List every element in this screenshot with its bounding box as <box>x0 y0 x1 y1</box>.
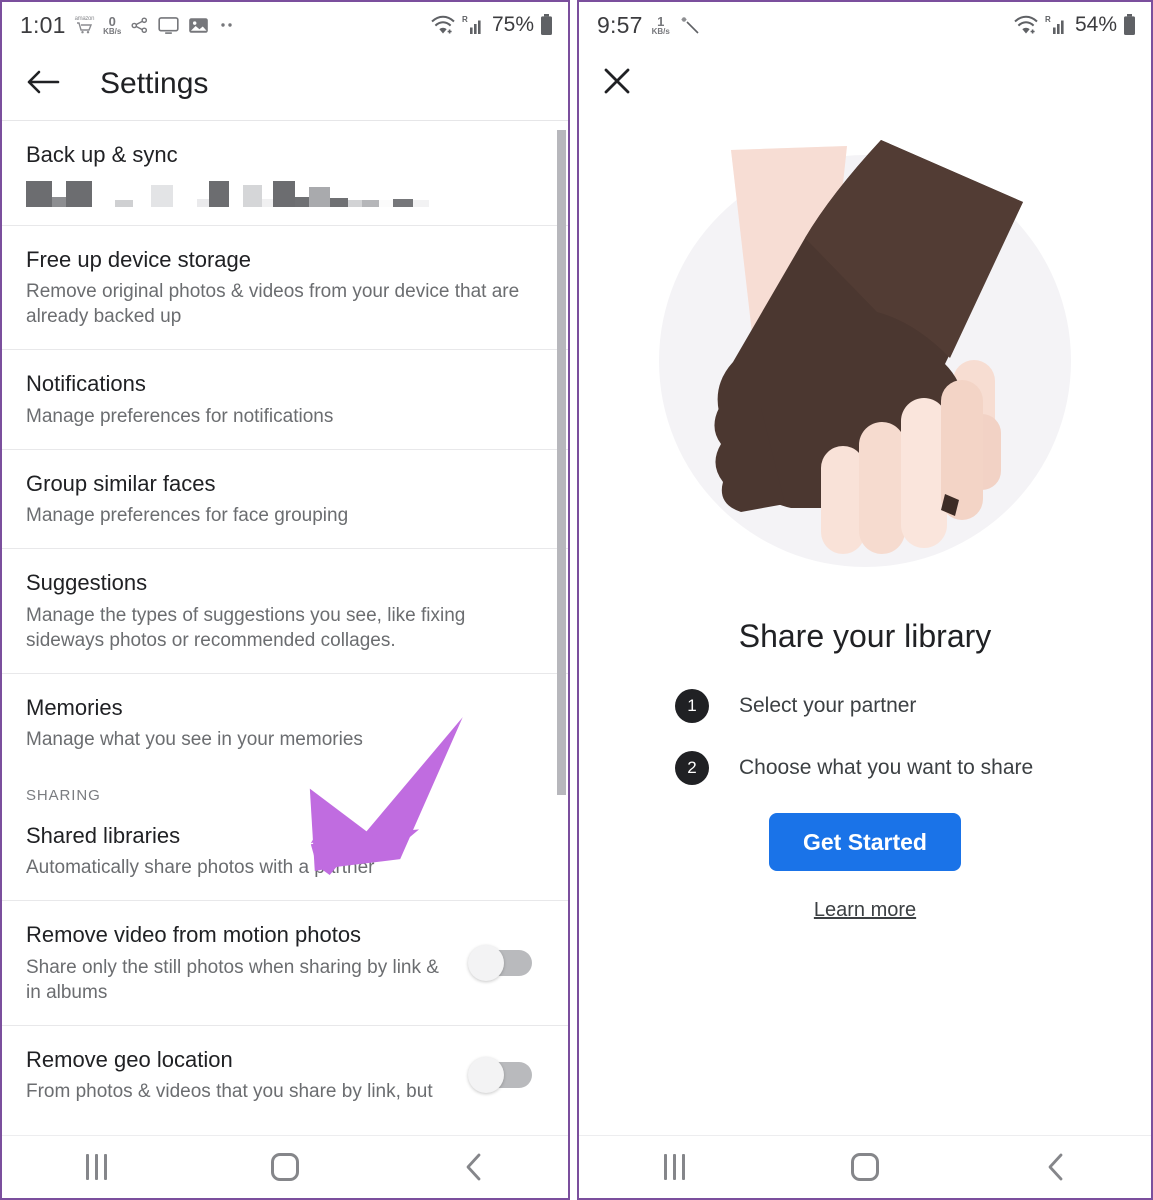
recents-icon <box>85 1154 107 1180</box>
step-number-badge: 2 <box>675 751 709 785</box>
overflow-dots-icon <box>218 21 236 29</box>
left-app-bar: Settings <box>2 48 568 120</box>
cellular-signal-icon: R <box>1044 14 1068 36</box>
row-subtitle: Automatically share photos with a partne… <box>26 857 375 879</box>
data-speed-value: 1 <box>657 13 665 29</box>
row-title: Notifications <box>26 371 146 397</box>
row-subtitle: From photos & videos that you share by l… <box>26 1081 433 1103</box>
bluetooth-share-icon <box>130 16 149 35</box>
right-phone-screen: 9:57 1 KB/s R 54% Share your library 1 S… <box>577 0 1153 1200</box>
step-label: Choose what you want to share <box>739 756 1034 779</box>
amazon-cart-icon: amazon <box>75 16 94 34</box>
row-title: Free up device storage <box>26 246 252 272</box>
redacted-account-text <box>26 177 542 207</box>
toggle-knob <box>468 944 504 981</box>
step-item-2: 2 Choose what you want to share <box>675 751 1151 785</box>
battery-icon <box>539 13 554 37</box>
row-subtitle: Share only the still photos when sharing… <box>26 956 439 1003</box>
step-item-1: 1 Select your partner <box>675 689 1151 723</box>
row-subtitle: Manage preferences for notifications <box>26 405 334 427</box>
svg-text:R: R <box>462 15 468 24</box>
step-label: Select your partner <box>739 694 917 717</box>
back-chevron-icon <box>466 1153 481 1181</box>
right-app-bar <box>579 48 1151 118</box>
svg-text:R: R <box>1045 15 1051 24</box>
back-arrow-icon[interactable] <box>26 68 60 101</box>
left-phone-screen: 1:01 amazon 0 KB/s R 75% Settings Back u… <box>0 0 570 1200</box>
row-subtitle: Manage what you see in your memories <box>26 729 363 751</box>
row-subtitle: Manage the types of suggestions you see,… <box>26 604 466 651</box>
left-nav-bar <box>2 1135 568 1198</box>
cast-monitor-icon <box>158 16 179 35</box>
row-title: Remove geo location <box>26 1046 233 1072</box>
recents-button[interactable] <box>614 1136 734 1198</box>
settings-list[interactable]: Back up & sync Free up device storage Re… <box>2 120 568 1139</box>
wifi-icon <box>430 14 456 36</box>
right-nav-bar <box>579 1135 1151 1198</box>
sparkle-wand-icon <box>679 14 701 36</box>
row-title: Remove video from motion photos <box>26 922 362 948</box>
battery-icon <box>1122 13 1137 37</box>
row-title: Group similar faces <box>26 470 216 496</box>
cta-area: Get Started Learn more <box>579 813 1151 922</box>
settings-row-remove-video-from-motion-photos[interactable]: Remove video from motion photos Share on… <box>2 900 568 1025</box>
home-icon <box>270 1153 299 1181</box>
status-clock: 1:01 <box>20 11 66 38</box>
row-title: Shared libraries <box>26 822 181 848</box>
learn-more-link[interactable]: Learn more <box>814 899 916 922</box>
data-speed-unit: KB/s <box>651 26 670 36</box>
row-title: Memories <box>26 694 123 720</box>
recents-icon <box>663 1154 685 1180</box>
settings-row-notifications[interactable]: Notifications Manage preferences for not… <box>2 349 568 449</box>
settings-row-remove-geo-location[interactable]: Remove geo location From photos & videos… <box>2 1024 568 1125</box>
left-status-bar: 1:01 amazon 0 KB/s R 75% <box>2 2 568 48</box>
settings-row-shared-libraries[interactable]: Shared libraries Automatically share pho… <box>2 804 568 901</box>
settings-row-backup-sync[interactable]: Back up & sync <box>2 120 568 225</box>
page-title: Settings <box>100 67 209 100</box>
status-clock: 9:57 <box>597 11 643 38</box>
home-button[interactable] <box>225 1136 345 1198</box>
toggle-remove-geo-location[interactable] <box>468 1057 532 1094</box>
get-started-button[interactable]: Get Started <box>769 813 961 871</box>
row-title: Suggestions <box>26 570 148 596</box>
row-title: Back up & sync <box>26 142 178 167</box>
right-status-bar: 9:57 1 KB/s R 54% <box>579 2 1151 48</box>
back-button[interactable] <box>996 1136 1116 1198</box>
settings-row-group-similar-faces[interactable]: Group similar faces Manage preferences f… <box>2 448 568 549</box>
settings-row-memories[interactable]: Memories Manage what you see in your mem… <box>2 672 568 761</box>
home-icon <box>850 1153 879 1181</box>
battery-percent-label: 75% <box>491 13 534 36</box>
toggle-knob <box>468 1057 504 1094</box>
back-button[interactable] <box>414 1136 534 1198</box>
data-speed-unit: KB/s <box>103 26 122 36</box>
wifi-icon <box>1013 14 1039 36</box>
vertical-scrollbar[interactable] <box>557 130 566 795</box>
back-chevron-icon <box>1048 1153 1063 1181</box>
row-subtitle: Manage preferences for face grouping <box>26 505 349 527</box>
steps-list: 1 Select your partner 2 Choose what you … <box>579 689 1151 785</box>
recents-button[interactable] <box>36 1136 156 1198</box>
dual-screenshot-container: 1:01 amazon 0 KB/s R 75% Settings Back u… <box>0 0 1153 1200</box>
home-button[interactable] <box>805 1136 925 1198</box>
row-subtitle: Remove original photos & videos from you… <box>26 281 520 328</box>
illustration-svg <box>659 140 1071 567</box>
holding-hands-illustration <box>579 126 1151 596</box>
step-number-badge: 1 <box>675 689 709 723</box>
settings-row-free-up-device-storage[interactable]: Free up device storage Remove original p… <box>2 224 568 350</box>
toggle-remove-video[interactable] <box>468 944 532 981</box>
data-speed-value: 0 <box>108 13 116 29</box>
section-header-sharing: SHARING <box>26 786 101 804</box>
data-speed-icon: 1 KB/s <box>652 15 670 36</box>
settings-row-suggestions[interactable]: Suggestions Manage the types of suggesti… <box>2 548 568 673</box>
close-icon[interactable] <box>601 65 633 102</box>
cellular-signal-icon: R <box>461 14 485 36</box>
page-headline: Share your library <box>738 618 992 654</box>
photo-icon <box>188 16 209 35</box>
battery-percent-label: 54% <box>1074 13 1117 36</box>
data-speed-icon: 0 KB/s <box>103 15 121 36</box>
